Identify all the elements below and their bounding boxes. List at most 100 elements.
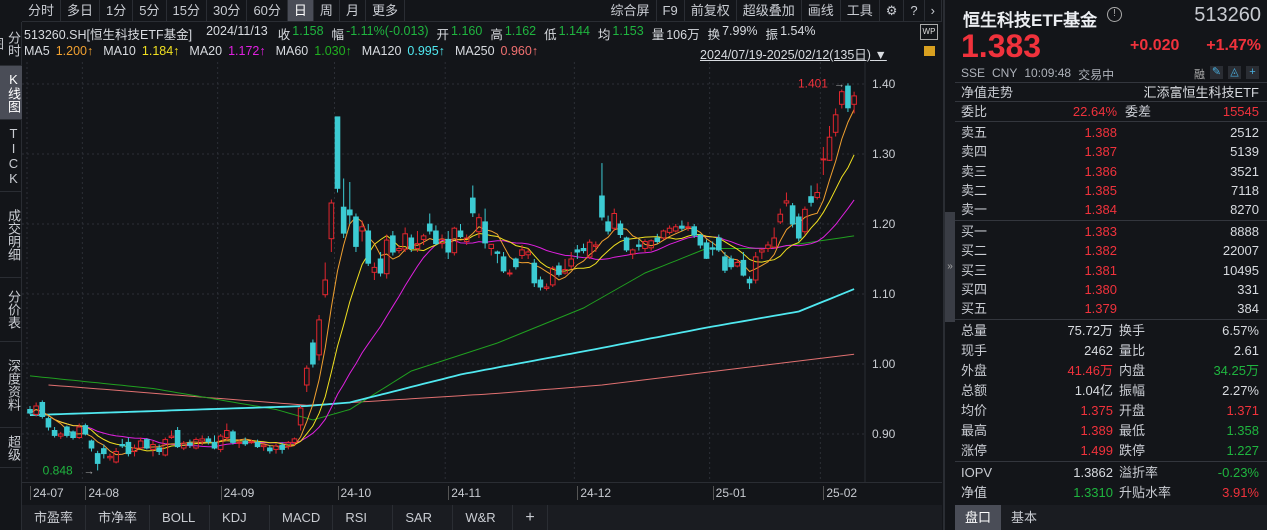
asks-level-row[interactable]: 卖四 1.387 5139 (955, 142, 1267, 161)
asks-level-volume: 5139 (1230, 144, 1259, 160)
bids-level-row[interactable]: 买五 1.379 384 (955, 299, 1267, 318)
bids-level-row[interactable]: 买一 1.383 8888 (955, 222, 1267, 241)
stat-row: 外盘 41.46万 内盘 34.25万 (955, 361, 1267, 381)
currency: CNY (992, 66, 1018, 80)
stat-value: -0.23% (1217, 464, 1259, 480)
nav-trend-row[interactable]: 净值走势 汇添富恒生科技ETF (955, 82, 1267, 101)
margin-badge: 融 (1194, 69, 1205, 81)
stat-label: 溢折率 (1119, 464, 1159, 480)
candle (144, 438, 150, 450)
candle (187, 439, 193, 448)
candle (470, 185, 476, 217)
candle (340, 178, 347, 238)
indicator-tab-4[interactable]: MACD (270, 505, 334, 530)
indicator-tab-5[interactable]: RSI (333, 505, 394, 530)
candle (433, 225, 439, 245)
candle (64, 425, 70, 438)
stat-label: IOPV (961, 464, 993, 480)
indicator-tab-3[interactable]: KDJ (210, 505, 271, 530)
alert-bell-icon[interactable]: ◬ (1228, 66, 1241, 79)
candle (691, 224, 698, 238)
bids-level-row[interactable]: 买四 1.380 331 (955, 280, 1267, 299)
candle (513, 257, 519, 270)
bids-level-row[interactable]: 买二 1.382 22007 (955, 241, 1267, 260)
stat-row: 净值 1.3310 升贴水率 3.91% (955, 483, 1267, 503)
asks-level-price: 1.384 (1084, 202, 1117, 218)
indicator-tab-2[interactable]: BOLL (150, 505, 211, 530)
ma5-line (29, 109, 855, 456)
stat-value: 3.91% (1222, 484, 1259, 500)
candle (599, 163, 605, 221)
bids-level-price: 1.380 (1084, 281, 1117, 297)
stat-label: 净值 (961, 484, 988, 500)
orderbook-area: 净值走势 汇添富恒生科技ETF 委比 22.64% 委差 15545 卖五 1.388 25… (955, 82, 1267, 503)
collapse-handle[interactable]: » (945, 212, 955, 322)
candle (488, 243, 495, 256)
candle (660, 229, 667, 240)
asks-level-label: 卖四 (961, 144, 988, 160)
min-arrow-icon: → (84, 465, 95, 477)
candle (783, 192, 790, 207)
add-watchlist-icon[interactable]: + (1246, 66, 1259, 79)
y-tick-label: 1.00 (872, 357, 896, 371)
asks-level-row[interactable]: 卖二 1.385 7118 (955, 181, 1267, 200)
candle (119, 438, 126, 448)
candle (267, 445, 273, 454)
kline-chart[interactable]: 1.40 1.30 1.20 1.10 1.00 0.90 1.401 → 0.848 → (0, 0, 943, 505)
ma10-line (29, 154, 855, 452)
asks-level-volume: 8270 (1230, 202, 1259, 218)
candle (820, 147, 827, 175)
asks-level-row[interactable]: 卖五 1.388 2512 (955, 123, 1267, 142)
candle (353, 213, 359, 252)
candle (365, 224, 372, 266)
add-indicator-button[interactable]: + (513, 505, 548, 530)
ask-levels: 卖五 1.388 2512 卖四 1.387 5139 卖三 1.386 3521 卖二 1.385… (955, 120, 1267, 220)
ma120-line (29, 288, 855, 416)
stat-label: 升贴水率 (1119, 484, 1172, 500)
stat-label: 最低 (1119, 422, 1146, 438)
candle (808, 185, 814, 207)
candle (162, 437, 169, 457)
panel-tab-0[interactable]: 盘口 (955, 505, 1002, 530)
candle (500, 252, 507, 273)
stat-label: 总量 (961, 322, 988, 338)
asks-level-row[interactable]: 卖三 1.386 3521 (955, 162, 1267, 181)
stat-value: 1.389 (1080, 422, 1113, 438)
date-axis: 24-07 24-08 24-09 24-10 24-11 24-12 25-01 25-02 (22, 482, 942, 504)
candle (605, 215, 611, 235)
candle (839, 89, 845, 109)
stat-value: 2.61 (1233, 342, 1259, 358)
candle (623, 236, 630, 252)
stat-row: 最高 1.389 最低 1.358 (955, 421, 1267, 441)
indicator-tab-0[interactable]: 市盈率 (22, 505, 87, 530)
bids-level-row[interactable]: 买三 1.381 10495 (955, 261, 1267, 280)
stat-value: 1.3310 (1073, 484, 1113, 500)
candle (814, 183, 821, 200)
stat-row: 涨停 1.499 跌停 1.227 (955, 441, 1267, 461)
candle (506, 269, 513, 277)
indicator-tab-6[interactable]: SAR (393, 505, 454, 530)
info-icon[interactable]: ! (1107, 7, 1122, 22)
candle (39, 400, 46, 419)
panel-tab-1[interactable]: 基本 (1001, 505, 1047, 530)
x-tick-label: 24-11 (448, 486, 481, 500)
nav-trend-link[interactable]: 净值走势 (961, 83, 1013, 101)
y-tick-label: 1.10 (872, 287, 896, 301)
asks-level-price: 1.387 (1084, 144, 1117, 160)
x-tick-label: 25-01 (712, 486, 746, 500)
indicator-tab-7[interactable]: W&R (453, 505, 514, 530)
edit-icon[interactable]: ✎ (1210, 66, 1223, 79)
candle (328, 199, 335, 252)
asks-level-label: 卖五 (961, 124, 988, 140)
bids-level-volume: 22007 (1222, 243, 1259, 259)
asks-level-row[interactable]: 卖一 1.384 8270 (955, 200, 1267, 219)
y-tick-label: 1.40 (872, 77, 896, 91)
stat-label: 现手 (961, 342, 988, 358)
bids-level-label: 买五 (961, 301, 988, 317)
candle (734, 259, 741, 268)
candle (672, 224, 679, 233)
indicator-tab-1[interactable]: 市净率 (86, 505, 151, 530)
weibi-row: 委比 22.64% 委差 15545 (955, 101, 1267, 120)
x-tick-label: 24-07 (30, 486, 64, 500)
candle (593, 241, 599, 252)
